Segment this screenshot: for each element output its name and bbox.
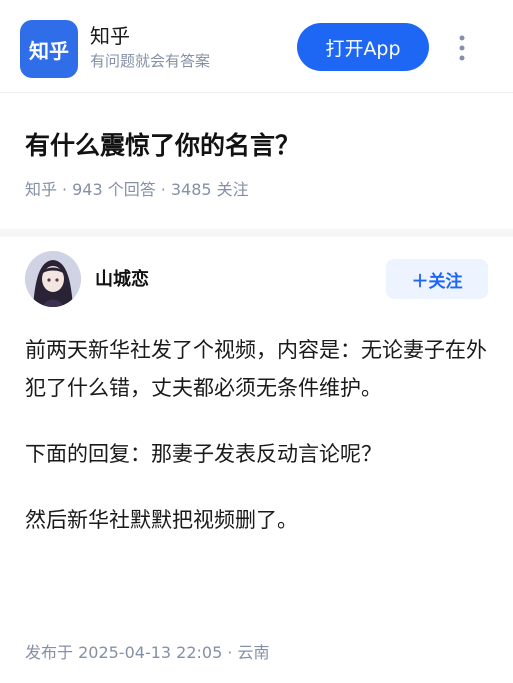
open-app-button[interactable]: 打开App bbox=[297, 23, 429, 71]
answer-paragraph: 然后新华社默默把视频删了。 bbox=[25, 508, 298, 532]
app-slogan: 有问题就会有答案 bbox=[90, 52, 211, 70]
answer-paragraph: 下面的回复：那妻子发表反动言论呢？ bbox=[25, 442, 382, 466]
question-source: 知乎 bbox=[25, 180, 58, 199]
more-vertical-icon[interactable] bbox=[455, 34, 469, 62]
zhihu-logo: 知乎 bbox=[20, 20, 78, 78]
follow-button[interactable]: ＋关注 bbox=[386, 259, 488, 299]
answer-count: 943 个回答 bbox=[72, 180, 156, 199]
meta-separator: · bbox=[62, 180, 68, 199]
app-banner: 知乎 知乎 有问题就会有答案 打开App bbox=[0, 0, 513, 93]
question-header: 有什么震惊了你的名言？ 知乎 · 943 个回答 · 3485 关注 bbox=[0, 93, 513, 237]
answer-card: 山城恋 ＋关注 前两天新华社发了个视频，内容是：无论妻子在外犯了什么错，丈夫都必… bbox=[0, 237, 513, 677]
zhihu-answer-page: 知乎 知乎 有问题就会有答案 打开App 有什么震惊了你的名言？ 知乎 · 943 … bbox=[0, 0, 513, 683]
meta-separator: · bbox=[160, 180, 166, 199]
author-name[interactable]: 山城恋 bbox=[95, 265, 149, 291]
question-meta: 知乎 · 943 个回答 · 3485 关注 bbox=[25, 176, 249, 200]
publish-info: 发布于 2025-04-13 22:05 · 云南 bbox=[25, 643, 270, 662]
answer-paragraph: 前两天新华社发了个视频，内容是：无论妻子在外犯了什么错，丈夫都必须无条件维护。 bbox=[25, 338, 487, 400]
avatar[interactable] bbox=[25, 251, 81, 307]
answer-content: 前两天新华社发了个视频，内容是：无论妻子在外犯了什么错，丈夫都必须无条件维护。 … bbox=[25, 331, 493, 539]
app-name: 知乎 bbox=[90, 24, 130, 48]
avatar-image bbox=[25, 251, 81, 307]
question-title[interactable]: 有什么震惊了你的名言？ bbox=[25, 126, 300, 162]
follower-count: 3485 关注 bbox=[170, 180, 249, 199]
